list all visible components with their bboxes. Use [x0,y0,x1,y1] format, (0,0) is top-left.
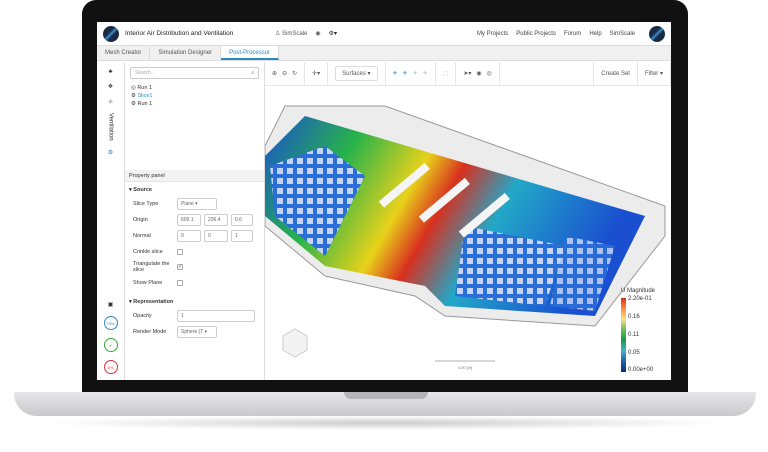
triangulate-checkbox[interactable]: ✓ [177,264,183,270]
surfaces-dropdown[interactable]: Surfaces ▾ [335,66,377,81]
simscale-logo[interactable] [103,26,119,42]
view-top-icon[interactable]: ✈ [403,70,408,77]
tab-post-processor[interactable]: Post-Processor [221,46,279,60]
tab-bar: Mesh Creator Simulation Designer Post-Pr… [97,46,671,61]
tree-item[interactable]: ⚙ Slice1 [125,92,264,100]
crinkle-checkbox[interactable] [177,249,183,255]
legend-tick: 0.16 [628,314,640,321]
app-screen: Interior Air Distribution and Ventilatio… [97,22,671,380]
gear-icon[interactable]: ⚙▾ [329,30,337,37]
laptop-base [14,392,756,416]
axes-icon[interactable]: ✛▾ [312,70,320,77]
nav-forum[interactable]: Forum [564,31,581,37]
geometry-icon[interactable]: ◈ [108,98,113,105]
origin-y[interactable]: 236.4 [204,214,228,226]
zoom-out-icon[interactable]: ⊖ [282,70,287,77]
hierarchy-icon[interactable]: ♣ [109,69,113,75]
laptop-notch [344,392,428,399]
cfd-visualization[interactable]: 4.00 [m] [265,86,671,380]
slice-type-label: Slice Type [133,201,177,207]
progress-circle[interactable]: 75% [104,316,118,330]
error-circle[interactable]: 0% [104,360,118,374]
eye-icon[interactable]: ◉ [476,70,481,77]
legend-tick: 0.05 [628,350,640,357]
property-panel-header: Property panel [125,170,264,182]
search-input[interactable]: Search... ⌕ [130,67,259,79]
project-title: Interior Air Distribution and Ventilatio… [125,30,275,37]
zoom-in-icon[interactable]: ⊕ [272,70,277,77]
nav-my-projects[interactable]: My Projects [477,31,508,37]
color-legend: U Magnitude 2.20e-01 0.16 0.11 0.05 0.00… [621,288,665,376]
slice-type-select[interactable]: Plane ▾ [177,198,217,210]
app-header: Interior Air Distribution and Ventilatio… [97,22,671,46]
tree-item[interactable]: ◎ Run 1 [125,84,264,92]
legend-title: U Magnitude [621,288,655,294]
nav-public-projects[interactable]: Public Projects [516,31,556,37]
cubes-icon[interactable]: ❖ [108,83,113,90]
tree-item[interactable]: ⚙ Run 1 [125,100,264,108]
legend-colorbar [621,298,626,372]
box-select-icon[interactable]: ⬚ [443,70,449,77]
nav-user[interactable]: SimScale [610,31,635,37]
briefcase-icon[interactable]: ▣ [108,301,114,308]
visibility-icon[interactable]: ◉ [315,30,320,37]
tab-mesh-creator[interactable]: Mesh Creator [97,46,150,60]
search-placeholder: Search... [135,70,155,76]
scale-bar-label: 4.00 [m] [458,365,472,370]
vertical-label: Ventilation [108,113,114,141]
orientation-cube[interactable] [283,329,307,357]
normal-z[interactable]: 1 [231,230,253,242]
normal-label: Normal [133,233,177,239]
hide-icon[interactable]: ◎ [487,70,492,77]
tab-simulation-designer[interactable]: Simulation Designer [150,46,221,60]
source-section[interactable]: ▾ Source [125,184,264,196]
owner-label: ♙ SimScale [275,30,307,37]
viewer-toolbar: ⊕ ⊖ ↻ ✛▾ Surfaces ▾ ✈ ✈ ✈ ✈ ⬚ ➤▾ ◉ ◎ Create Set… [265,62,671,86]
tree: ◎ Run 1 ⚙ Slice1 ⚙ Run 1 [125,84,264,108]
triangulate-label: Triangulate the slice [133,261,177,273]
reset-view-icon[interactable]: ↻ [292,70,297,77]
representation-section[interactable]: ▾ Representation [125,296,264,308]
render-mode-select[interactable]: Sphere (T ▾ [177,326,217,338]
legend-tick: 0.11 [628,332,639,339]
opacity-input[interactable]: 1 [177,310,255,322]
origin-x[interactable]: 609.1 [177,214,201,226]
view-side-icon[interactable]: ✈ [413,70,418,77]
viewport: ⊕ ⊖ ↻ ✛▾ Surfaces ▾ ✈ ✈ ✈ ✈ ⬚ ➤▾ ◉ ◎ Create Set… [265,62,671,380]
normal-x[interactable]: 0 [177,230,201,242]
legend-tick: 0.00e+00 [628,367,653,374]
crinkle-label: Crinkle slice [133,249,177,255]
render-mode-label: Render Mode [133,329,177,335]
success-circle[interactable]: ✔ [104,338,118,352]
create-set-button[interactable]: Create Set [601,71,630,77]
view-iso-icon[interactable]: ✈ [423,70,428,77]
normal-y[interactable]: 0 [204,230,228,242]
show-plane-label: Show Plane [133,280,177,286]
legend-tick: 2.20e-01 [628,296,652,303]
origin-z[interactable]: 0.6 [231,214,253,226]
view-front-icon[interactable]: ✈ [393,70,398,77]
side-panel: Search... ⌕ ◎ Run 1 ⚙ Slice1 ⚙ Run 1 Prop… [125,62,265,380]
left-rail: ♣ ❖ ◈ Ventilation ⚙ ▣ 75% ✔ 0% [97,62,125,380]
filter-dropdown[interactable]: Filter ▾ [645,70,663,77]
show-plane-checkbox[interactable] [177,280,183,286]
origin-label: Origin [133,217,177,223]
search-icon: ⌕ [251,70,254,76]
nav-help[interactable]: Help [589,31,601,37]
opacity-label: Opacity [133,313,177,319]
laptop-shadow [40,416,730,430]
pointer-icon[interactable]: ➤▾ [463,70,471,77]
settings-icon[interactable]: ⚙ [108,149,113,156]
avatar[interactable] [649,26,665,42]
